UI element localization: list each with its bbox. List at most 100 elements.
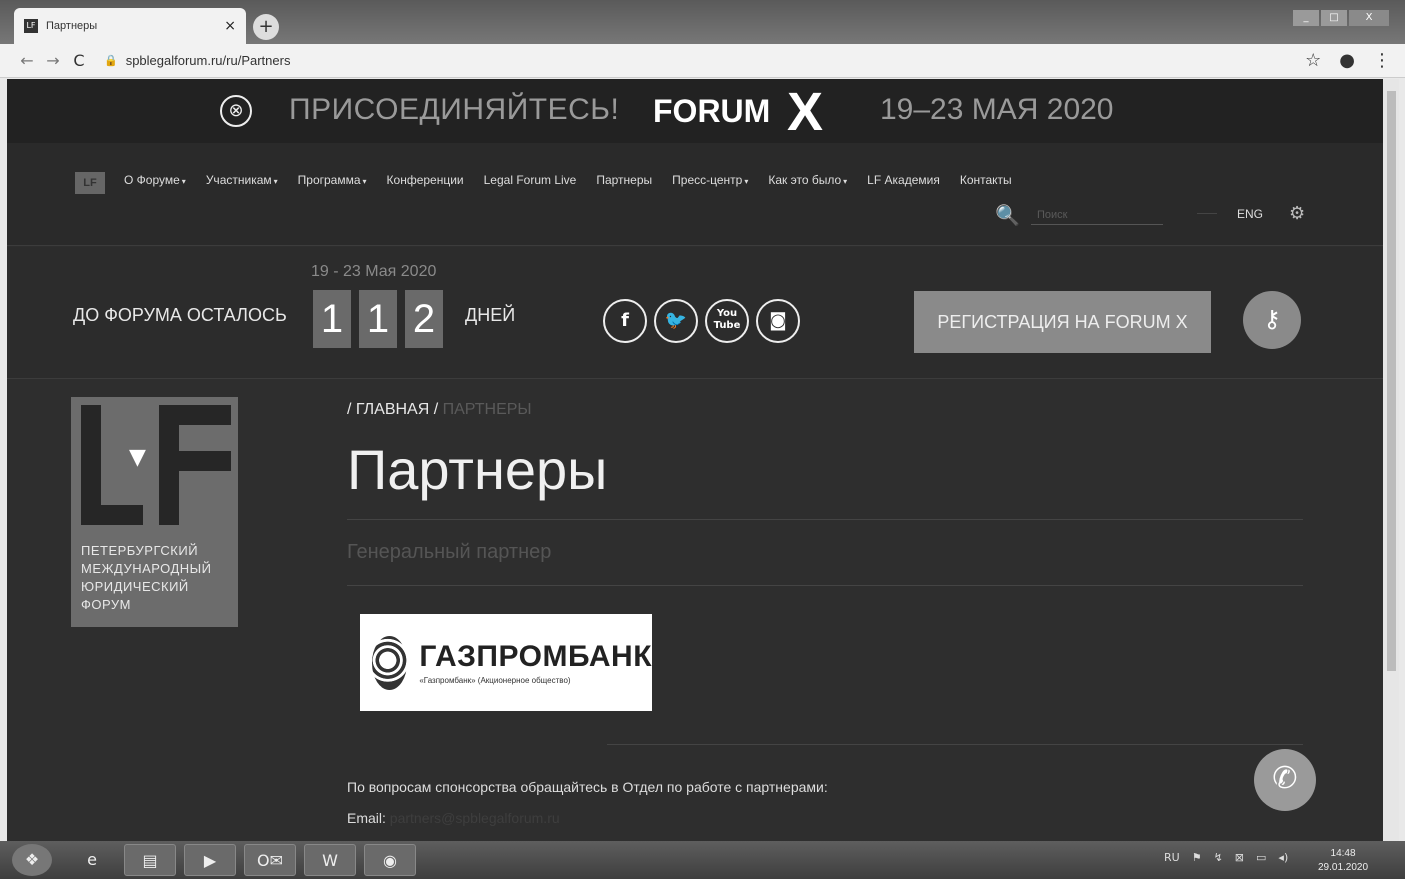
address-bar: ← → C 🔒 spblegalforum.ru/ru/Partners ☆ ●… <box>0 44 1405 78</box>
breadcrumb-home[interactable]: / ГЛАВНАЯ / <box>347 401 438 418</box>
flag-icon[interactable]: ⚑ <box>1192 851 1202 864</box>
promo-close-icon[interactable]: ⊗ <box>220 95 252 127</box>
search-icon[interactable]: 🔍 <box>995 203 1020 227</box>
language-switch[interactable]: ENG <box>1237 207 1263 221</box>
nav-item-participants[interactable]: Участникам ▾ <box>206 173 278 187</box>
nav-item-contacts[interactable]: Контакты <box>960 173 1012 187</box>
lang-divider <box>1197 213 1217 214</box>
windows-taskbar: ❖ e ▤ ▶ O✉ W ◉ RU ⚑ ↯ ⊠ ▭ ◂) 14:48 29.01… <box>0 841 1405 879</box>
tab-favicon-icon: LF <box>24 19 38 33</box>
forward-icon[interactable]: → <box>40 51 66 70</box>
countdown-days-label: ДНЕЙ <box>465 305 516 325</box>
outlook-tray-icon[interactable]: ⊠ <box>1235 851 1244 864</box>
promo-forum-x[interactable]: X <box>787 81 823 143</box>
logo-arrow-icon: ▼ <box>129 445 146 470</box>
ie-taskbar-icon[interactable]: e <box>66 844 118 876</box>
instagram-icon[interactable]: ◙ <box>756 299 800 343</box>
promo-forum-text[interactable]: FORUM <box>653 93 770 130</box>
divider <box>347 585 1303 586</box>
countdown-digit: 1 <box>313 290 351 348</box>
nav-item-about[interactable]: О Форуме ▾ <box>124 173 186 187</box>
page-scrollbar[interactable] <box>1383 79 1399 841</box>
nav-item-partners[interactable]: Партнеры <box>596 173 652 187</box>
nav-logo[interactable]: LF <box>75 172 105 194</box>
section-title: Генеральный партнер <box>347 541 552 563</box>
back-icon[interactable]: ← <box>14 51 40 70</box>
chrome-taskbar-icon[interactable]: ◉ <box>364 844 416 876</box>
start-button[interactable]: ❖ <box>12 844 52 876</box>
taskbar-clock[interactable]: 14:48 29.01.2020 <box>1318 847 1368 875</box>
sponsor-subtitle: «Газпромбанк» (Акционерное общество) <box>419 676 571 685</box>
word-taskbar-icon[interactable]: W <box>304 844 356 876</box>
window-controls: _ □ X <box>1293 10 1389 26</box>
explorer-taskbar-icon[interactable]: ▤ <box>124 844 176 876</box>
email-line: Email: partners@spblegalforum.ru <box>347 810 560 826</box>
breadcrumb: / ГЛАВНАЯ / ПАРТНЕРЫ <box>347 401 532 419</box>
nav-item-how-it-was[interactable]: Как это было ▾ <box>768 173 847 187</box>
facebook-icon[interactable]: f <box>603 299 647 343</box>
tab-title: Партнеры <box>46 20 98 32</box>
chevron-down-icon: ▾ <box>744 177 749 186</box>
input-language-indicator[interactable]: RU <box>1164 851 1180 864</box>
close-window-button[interactable]: X <box>1349 10 1389 26</box>
register-button[interactable]: РЕГИСТРАЦИЯ НА FORUM X <box>914 291 1211 353</box>
volume-icon[interactable]: ◂) <box>1278 851 1288 864</box>
phone-icon[interactable]: ✆ <box>1254 749 1316 811</box>
sponsor-name: ГАЗПРОМБАНК <box>419 640 652 673</box>
address-bar-actions: ☆ ● ⋮ <box>1305 50 1391 71</box>
breadcrumb-current: ПАРТНЕРЫ <box>442 401 532 418</box>
reload-icon[interactable]: C <box>66 51 92 70</box>
browser-menu-icon[interactable]: ⋮ <box>1373 50 1391 71</box>
countdown-bar: 19 - 23 Мая 2020 ДО ФОРУМА ОСТАЛОСЬ 1 1 … <box>7 247 1383 379</box>
logo-caption: ПЕТЕРБУРГСКИЙ МЕЖДУНАРОДНЫЙ ЮРИДИЧЕСКИЙ … <box>81 543 212 612</box>
logo-letter-f-mid <box>159 451 231 471</box>
page-title: Партнеры <box>347 438 608 501</box>
gazprombank-emblem-icon <box>372 635 408 690</box>
logo-letter-l-base <box>81 505 143 525</box>
countdown-label: ДО ФОРУМА ОСТАЛОСЬ <box>73 305 287 325</box>
lock-icon[interactable]: 🔒 <box>104 54 118 67</box>
nav-item-lf-academy[interactable]: LF Академия <box>867 173 940 187</box>
screen: LF Партнеры × + _ □ X ← → C 🔒 spblegalfo… <box>0 0 1405 879</box>
forum-logo[interactable]: ▼ ПЕТЕРБУРГСКИЙ МЕЖДУНАРОДНЫЙ ЮРИДИЧЕСКИ… <box>71 397 238 627</box>
gear-icon[interactable]: ⚙ <box>1289 203 1305 224</box>
promo-dates: 19–23 МАЯ 2020 <box>880 93 1114 126</box>
url-field[interactable]: spblegalforum.ru/ru/Partners <box>126 53 291 68</box>
minimize-button[interactable]: _ <box>1293 10 1319 26</box>
scrollbar-thumb[interactable] <box>1387 91 1396 671</box>
media-player-taskbar-icon[interactable]: ▶ <box>184 844 236 876</box>
chevron-down-icon: ▾ <box>273 177 278 186</box>
account-icon[interactable]: ● <box>1339 50 1355 71</box>
email-link[interactable]: partners@spblegalforum.ru <box>390 810 560 826</box>
nav-item-press-center[interactable]: Пресс-центр ▾ <box>672 173 748 187</box>
countdown-digits: 1 1 2 <box>313 290 443 348</box>
nav-menu: О Форуме ▾ Участникам ▾ Программа ▾ Конфере… <box>124 173 1012 187</box>
chevron-down-icon: ▾ <box>843 177 848 186</box>
search-input[interactable] <box>1031 205 1163 225</box>
forum-dates: 19 - 23 Мая 2020 <box>311 263 437 280</box>
nav-item-legal-forum-live[interactable]: Legal Forum Live <box>484 173 577 187</box>
chevron-down-icon: ▾ <box>362 177 367 186</box>
tab-close-icon[interactable]: × <box>224 18 236 34</box>
divider <box>347 519 1303 520</box>
promo-join-text[interactable]: ПРИСОЕДИНЯЙТЕСЬ! <box>289 93 619 127</box>
maximize-button[interactable]: □ <box>1321 10 1347 26</box>
page-viewport: ⊗ ПРИСОЕДИНЯЙТЕСЬ! FORUM X 19–23 МАЯ 202… <box>7 79 1383 841</box>
power-icon[interactable]: ↯ <box>1214 851 1223 864</box>
key-icon[interactable]: ⚷ <box>1243 291 1301 349</box>
browser-titlebar: LF Партнеры × + _ □ X <box>0 0 1405 44</box>
browser-tab[interactable]: LF Партнеры × <box>14 8 246 44</box>
nav-item-conferences[interactable]: Конференции <box>387 173 464 187</box>
network-icon[interactable]: ▭ <box>1256 851 1266 864</box>
system-tray: RU ⚑ ↯ ⊠ ▭ ◂) <box>1164 851 1288 864</box>
bookmark-star-icon[interactable]: ☆ <box>1305 50 1321 71</box>
new-tab-button[interactable]: + <box>253 14 279 40</box>
twitter-icon[interactable]: 🐦 <box>654 299 698 343</box>
social-links: f 🐦 You Tube ◙ <box>603 299 800 343</box>
chevron-down-icon: ▾ <box>181 177 186 186</box>
youtube-icon[interactable]: You Tube <box>705 299 749 343</box>
sponsor-logo-gazprombank[interactable]: ГАЗПРОМБАНК «Газпромбанк» (Акционерное о… <box>360 614 652 711</box>
outlook-taskbar-icon[interactable]: O✉ <box>244 844 296 876</box>
promo-banner: ⊗ ПРИСОЕДИНЯЙТЕСЬ! FORUM X 19–23 МАЯ 202… <box>7 79 1383 143</box>
nav-item-program[interactable]: Программа ▾ <box>298 173 367 187</box>
